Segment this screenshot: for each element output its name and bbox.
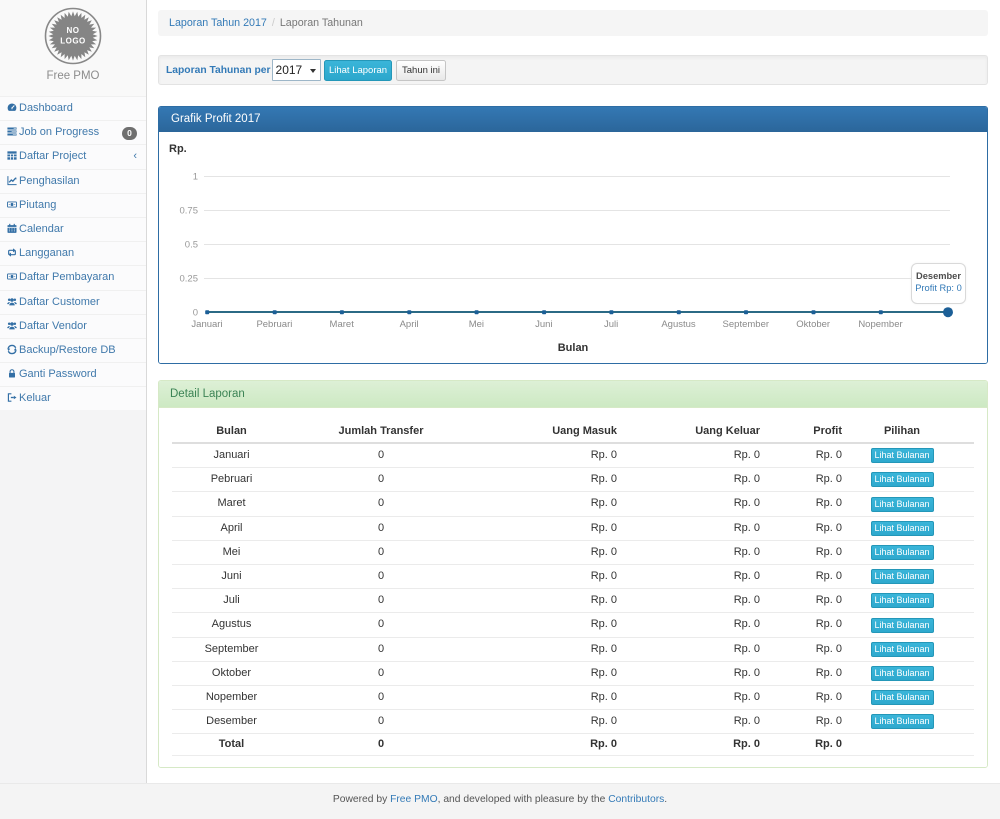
svg-text:0: 0 <box>193 308 198 319</box>
svg-text:Oktober: Oktober <box>796 319 830 330</box>
svg-text:Juli: Juli <box>604 319 618 330</box>
svg-text:0.5: 0.5 <box>185 240 198 251</box>
svg-text:LOGO: LOGO <box>60 37 86 46</box>
svg-text:NO: NO <box>67 26 80 35</box>
svg-text:April: April <box>400 319 419 330</box>
svg-text:Maret: Maret <box>330 319 355 330</box>
svg-text:1: 1 <box>193 172 198 183</box>
svg-text:Pebruari: Pebruari <box>256 319 292 330</box>
svg-text:Bulan: Bulan <box>558 342 589 354</box>
svg-text:Nopember: Nopember <box>858 319 902 330</box>
svg-text:Agustus: Agustus <box>661 319 696 330</box>
svg-text:Juni: Juni <box>535 319 552 330</box>
svg-text:Januari: Januari <box>191 319 222 330</box>
svg-text:0.25: 0.25 <box>180 274 199 285</box>
svg-text:0.75: 0.75 <box>180 206 199 217</box>
svg-text:Mei: Mei <box>469 319 484 330</box>
svg-text:September: September <box>723 319 769 330</box>
